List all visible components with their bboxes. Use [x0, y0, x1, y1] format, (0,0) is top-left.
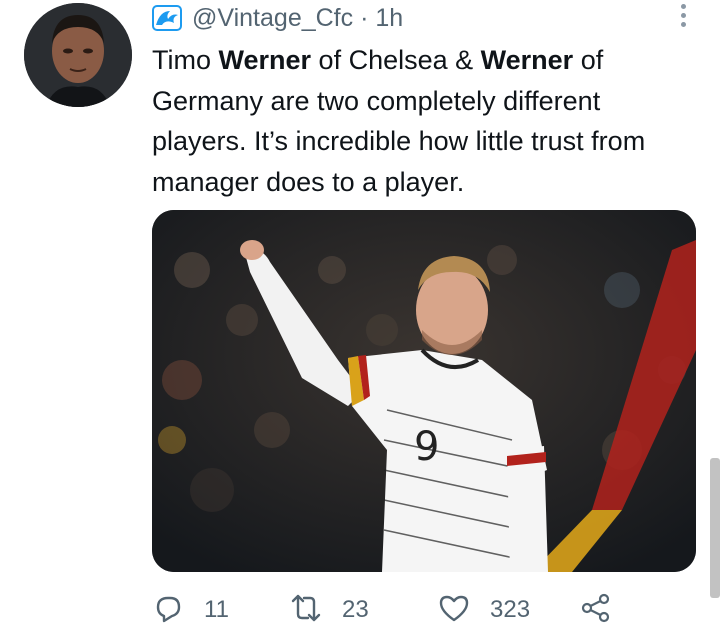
- more-vertical-icon[interactable]: [678, 4, 688, 30]
- reply-icon[interactable]: [152, 592, 184, 629]
- share-action[interactable]: [580, 592, 612, 628]
- reply-action[interactable]: 11: [152, 592, 229, 628]
- retweet-count: 23: [342, 596, 369, 623]
- retweet-icon[interactable]: [290, 592, 322, 629]
- text-part-bold: Werner: [480, 45, 574, 75]
- separator: ·: [360, 3, 369, 32]
- tweet-header: @Vintage_Cfc · 1h: [152, 4, 403, 32]
- text-part: Timo: [152, 45, 219, 75]
- tweet-time[interactable]: 1h: [375, 4, 403, 32]
- tweet-handle-line[interactable]: @Vintage_Cfc · 1h: [192, 4, 403, 33]
- share-icon[interactable]: [580, 592, 612, 629]
- text-part-bold: Werner: [218, 45, 312, 75]
- text-part: of Chelsea &: [311, 45, 481, 75]
- retweet-action[interactable]: 23: [290, 592, 369, 628]
- like-count: 323: [490, 596, 531, 623]
- reply-count: 11: [204, 596, 229, 623]
- tweet-actions: 11 23 323: [152, 592, 622, 628]
- like-action[interactable]: 323: [438, 592, 530, 628]
- heart-icon[interactable]: [438, 592, 470, 629]
- tweet-photo[interactable]: 9: [152, 210, 696, 572]
- avatar[interactable]: [24, 3, 132, 107]
- user-handle[interactable]: @Vintage_Cfc: [192, 4, 353, 32]
- scrollbar[interactable]: [710, 458, 720, 598]
- jersey-number: 9: [414, 424, 439, 470]
- tweet-text: Timo Werner of Chelsea & Werner of Germa…: [152, 40, 692, 202]
- wave-badge-icon: [152, 5, 182, 31]
